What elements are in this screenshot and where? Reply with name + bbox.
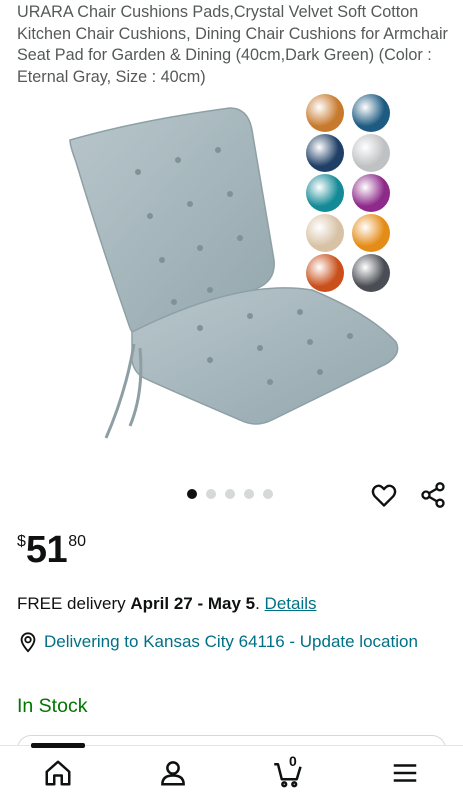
color-swatch[interactable] [352, 94, 390, 132]
gallery-dot[interactable] [263, 489, 273, 499]
delivery-location[interactable]: Delivering to Kansas City 64116 - Update… [17, 630, 437, 654]
price-whole: 51 [25, 529, 68, 571]
color-swatch[interactable] [352, 214, 390, 252]
price-symbol: $ [17, 533, 26, 550]
gallery-dot[interactable] [206, 489, 216, 499]
color-swatch[interactable] [306, 214, 344, 252]
active-tab-indicator [31, 743, 85, 748]
color-swatch[interactable] [352, 174, 390, 212]
color-swatch[interactable] [306, 174, 344, 212]
delivery-dates: April 27 - May 5 [130, 594, 256, 613]
color-swatch[interactable] [352, 254, 390, 292]
bottom-nav: 0 [0, 743, 463, 800]
cart-icon [274, 763, 302, 788]
person-icon[interactable] [158, 758, 188, 788]
color-swatch[interactable] [306, 94, 344, 132]
cart-button[interactable]: 0 [273, 753, 303, 788]
stock-status: In Stock [17, 695, 88, 717]
heart-icon[interactable] [370, 481, 398, 509]
gallery-dot[interactable] [187, 489, 197, 499]
location-pin-icon [20, 632, 36, 653]
location-link[interactable]: Delivering to Kansas City 64116 - Update… [44, 630, 418, 654]
color-swatch[interactable] [306, 134, 344, 172]
delivery-info: FREE delivery April 27 - May 5. Details [17, 593, 317, 615]
color-swatch[interactable] [352, 134, 390, 172]
menu-icon[interactable] [390, 758, 420, 788]
price: $ 51 80 [17, 528, 86, 572]
cart-count: 0 [289, 753, 297, 769]
gallery-dot[interactable] [244, 489, 254, 499]
color-swatch[interactable] [306, 254, 344, 292]
gallery-dot[interactable] [225, 489, 235, 499]
delivery-suffix: . [255, 594, 265, 613]
details-link[interactable]: Details [265, 594, 317, 613]
gallery-dots [187, 489, 273, 499]
delivery-prefix: FREE delivery [17, 594, 131, 613]
price-fraction: 80 [68, 533, 86, 550]
home-icon[interactable] [43, 758, 73, 788]
product-title: URARA Chair Cushions Pads,Crystal Velvet… [17, 3, 448, 86]
share-icon[interactable] [419, 481, 447, 509]
